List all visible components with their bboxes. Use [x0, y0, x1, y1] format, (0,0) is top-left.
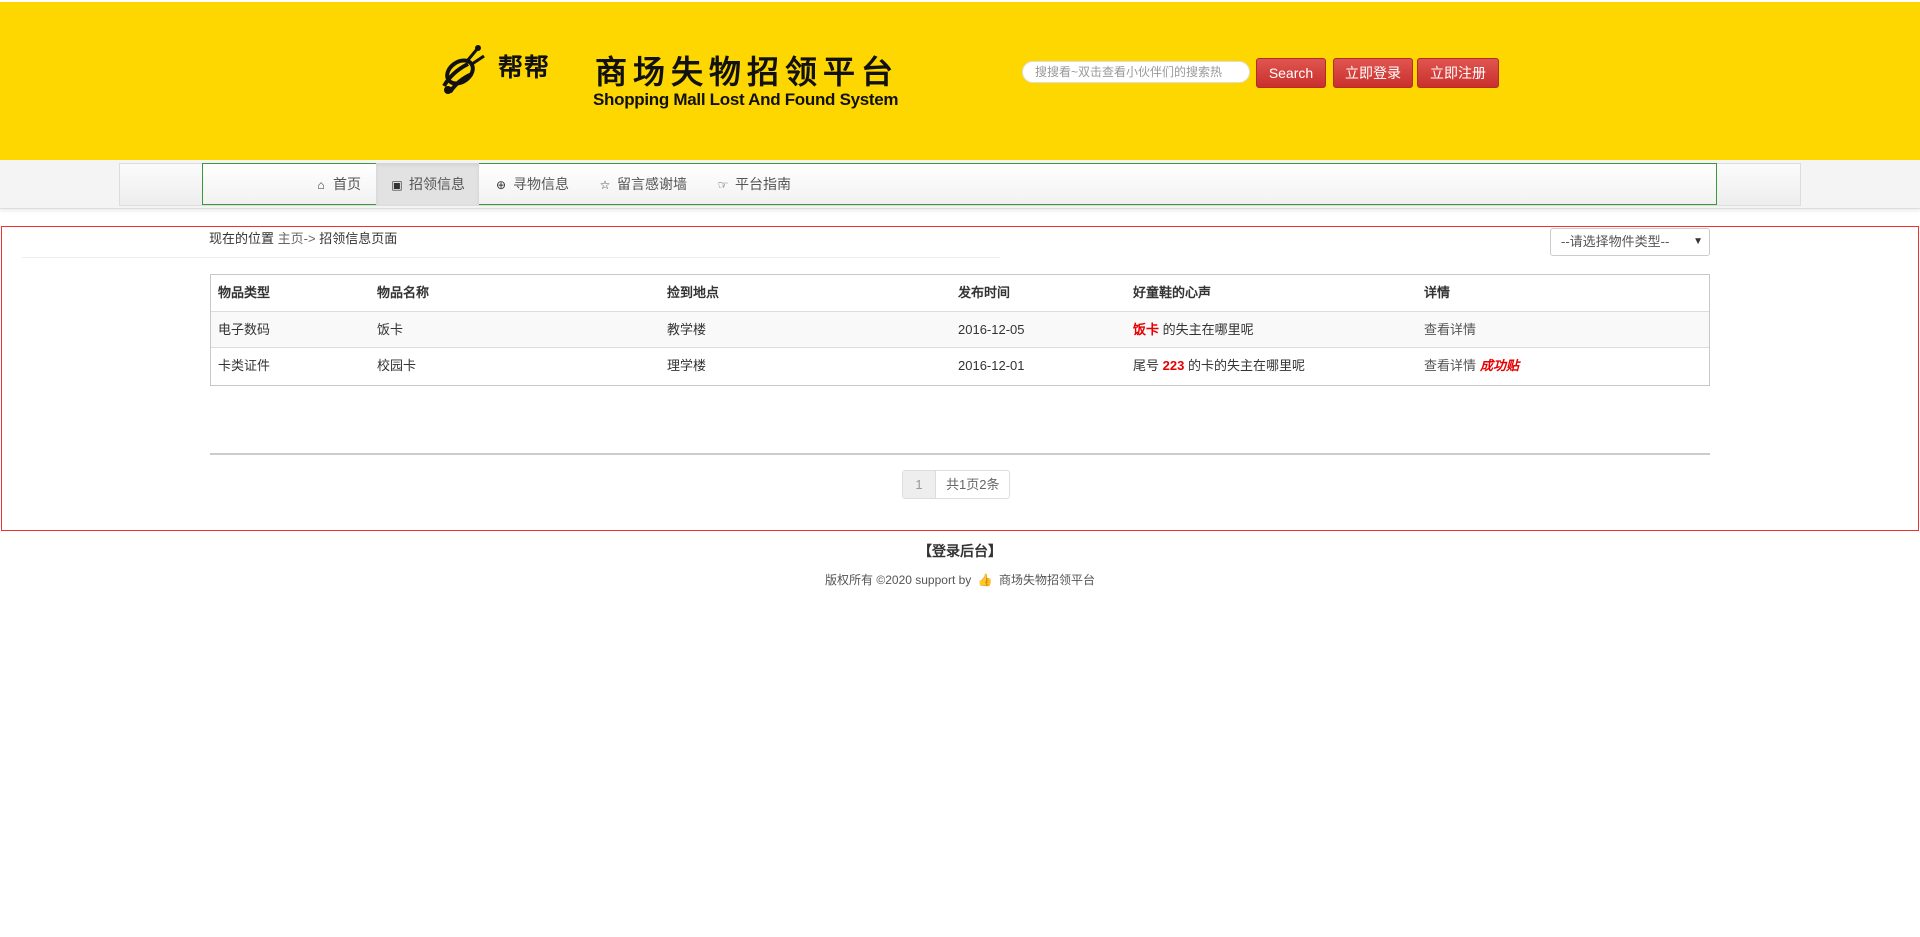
pagination: 1 共1页2条	[902, 470, 1011, 499]
nav-item-label: 首页	[333, 176, 361, 192]
table-header-row: 物品类型 物品名称 捡到地点 发布时间 好童鞋的心声 详情	[211, 275, 1709, 311]
picture-icon: ▣	[391, 178, 403, 192]
date-cell: 2016-12-05	[958, 322, 1025, 337]
breadcrumb-home-link[interactable]: 主页->	[278, 231, 316, 246]
breadcrumb-current: 招领信息页面	[319, 231, 398, 246]
login-button[interactable]: 立即登录	[1333, 58, 1413, 88]
column-header: 捡到地点	[667, 285, 720, 300]
success-badge: 成功贴	[1480, 358, 1520, 373]
copyright-text: 版权所有 ©2020 support by	[825, 573, 972, 587]
pagination-summary: 共1页2条	[946, 477, 1000, 492]
hand-right-icon: ☞	[717, 178, 729, 192]
home-icon: ⌂	[317, 178, 325, 192]
item-type-select-value: --请选择物件类型--	[1561, 234, 1670, 249]
nav-item-label: 招领信息	[409, 176, 465, 192]
caret-down-icon: ▼	[1693, 236, 1703, 247]
search-button[interactable]: Search	[1256, 58, 1326, 88]
nav-item-label: 留言感谢墙	[617, 176, 687, 192]
item-type-select[interactable]: --请选择物件类型-- ▼	[1550, 228, 1710, 256]
detail-cell: 查看详情 成功贴	[1424, 348, 1519, 384]
register-button[interactable]: 立即注册	[1417, 58, 1499, 88]
search-input[interactable]: 搜搜看~双击查看小伙伴们的搜索热	[1022, 61, 1250, 83]
admin-login-link[interactable]: 【登录后台】	[0, 541, 1920, 561]
page-button-1[interactable]: 1	[903, 471, 936, 498]
item-name-cell: 校园卡	[377, 358, 417, 373]
breadcrumb: 现在的位置 主页-> 招领信息页面	[209, 228, 397, 247]
nav-item-thanks-wall[interactable]: ☆ 留言感谢墙	[584, 163, 701, 205]
thumbs-up-icon: 👍	[977, 573, 993, 587]
message-cell: 饭卡 的失主在哪里呢	[1133, 312, 1254, 348]
site-subtitle: Shopping Mall Lost And Found System	[593, 90, 899, 109]
message-text: 的卡的失主在哪里呢	[1184, 358, 1305, 373]
nav-item-home[interactable]: ⌂ 首页	[300, 163, 375, 205]
view-detail-link[interactable]: 查看详情	[1424, 358, 1476, 373]
detail-cell: 查看详情	[1424, 312, 1476, 348]
nav-item-label: 平台指南	[735, 176, 791, 192]
nav-item-found[interactable]: ▣ 招领信息	[376, 163, 479, 205]
pagination-divider	[210, 453, 1710, 455]
item-type-cell: 电子数码	[218, 322, 271, 337]
table-row: 电子数码 饭卡 教学楼 2016-12-05 饭卡 的失主在哪里呢 查看详情	[211, 311, 1709, 347]
message-highlight: 饭卡	[1133, 322, 1160, 337]
column-header: 好童鞋的心声	[1133, 285, 1212, 300]
nav-item-label: 寻物信息	[513, 176, 569, 192]
column-header: 详情	[1424, 285, 1451, 300]
zoom-in-icon: ⊕	[495, 178, 507, 192]
copyright: 版权所有 ©2020 support by 👍 商场失物招领平台	[0, 571, 1920, 588]
site-header: 帮帮 商场失物招领平台 Shopping Mall Lost And Found…	[0, 2, 1920, 160]
message-cell: 尾号 223 的卡的失主在哪里呢	[1133, 348, 1305, 384]
date-cell: 2016-12-01	[958, 358, 1025, 373]
item-name-cell: 饭卡	[377, 322, 404, 337]
location-cell: 教学楼	[667, 322, 707, 337]
message-prefix: 尾号	[1133, 358, 1163, 373]
nav-item-lost[interactable]: ⊕ 寻物信息	[480, 163, 583, 205]
view-detail-link[interactable]: 查看详情	[1424, 322, 1476, 337]
nav-item-guide[interactable]: ☞ 平台指南	[702, 163, 805, 205]
logo-text: 帮帮	[498, 53, 551, 82]
table-row: 卡类证件 校园卡 理学楼 2016-12-01 尾号 223 的卡的失主在哪里呢…	[211, 347, 1709, 383]
message-highlight: 223	[1162, 358, 1185, 373]
column-header: 物品类型	[218, 285, 271, 300]
message-text: 的失主在哪里呢	[1159, 322, 1254, 337]
location-cell: 理学楼	[667, 358, 707, 373]
item-type-cell: 卡类证件	[218, 358, 271, 373]
site-title: 商场失物招领平台	[595, 53, 900, 91]
column-header: 物品名称	[377, 285, 430, 300]
star-empty-icon: ☆	[599, 178, 611, 192]
column-header: 发布时间	[958, 285, 1011, 300]
breadcrumb-prefix: 现在的位置	[209, 231, 275, 246]
copyright-site-name: 商场失物招领平台	[998, 573, 1095, 587]
breadcrumb-divider	[22, 257, 1000, 258]
